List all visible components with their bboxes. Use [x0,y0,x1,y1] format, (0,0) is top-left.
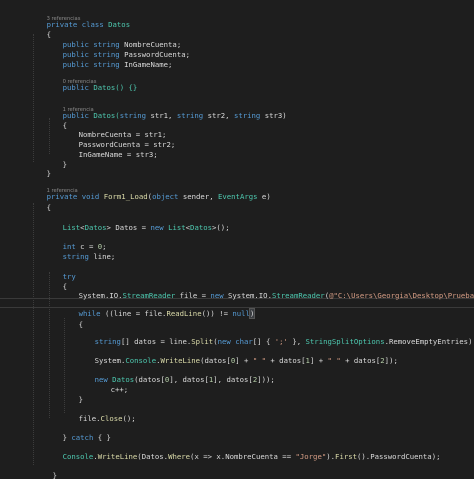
code-line[interactable]: public string InGameName; [45,50,474,69]
code-line[interactable]: string line; [45,242,474,261]
code-line[interactable]: } [61,385,474,404]
code-line[interactable]: new Datos(datos[0], datos[1], datos[2]))… [77,365,474,384]
code-line[interactable]: private void Form1_Load(object sender, E… [29,182,474,201]
code-line[interactable]: } catch { } [45,423,474,442]
code-editor[interactable]: 3 referencias private class Datos { publ… [0,0,474,479]
code-line[interactable]: file.Close(); [61,404,474,423]
code-line-current[interactable]: while ((line = file.ReadLine()) != null) [61,299,474,319]
code-line[interactable]: c++; [93,375,474,394]
code-line[interactable]: { [29,20,474,39]
code-line[interactable]: PasswordCuenta = str2; [61,130,474,149]
code-line[interactable]: System.IO.StreamReader file = new System… [61,281,474,300]
code-line[interactable]: } [29,159,474,178]
indent-guide [33,34,34,162]
code-line[interactable]: string[] datos = line.Split(new char[] {… [77,327,474,346]
code-line[interactable]: public Datos(string str1, string str2, s… [45,101,474,120]
code-line[interactable]: } [19,470,474,479]
code-line[interactable]: int c = 0; [45,232,474,251]
code-line[interactable]: public string PasswordCuenta; [45,40,474,59]
code-line[interactable]: public Datos() {} [45,73,474,92]
code-line[interactable]: List<Datos> Datos = new List<Datos>(); [45,213,474,232]
code-line[interactable]: { [29,193,474,212]
code-line[interactable]: Console.WriteLine(Datos.Where(x => x.Nom… [45,442,474,461]
code-line[interactable]: { [61,310,474,329]
code-line[interactable]: InGameName = str3; [61,140,474,159]
indent-guide [33,203,34,465]
code-line[interactable]: System.Console.WriteLine(datos[0] + " " … [77,346,474,365]
code-line[interactable]: public string NombreCuenta; [45,30,474,49]
code-line[interactable]: try [45,262,474,281]
code-line[interactable]: private class Datos [29,10,474,29]
code-line[interactable]: NombreCuenta = str1; [61,120,474,139]
